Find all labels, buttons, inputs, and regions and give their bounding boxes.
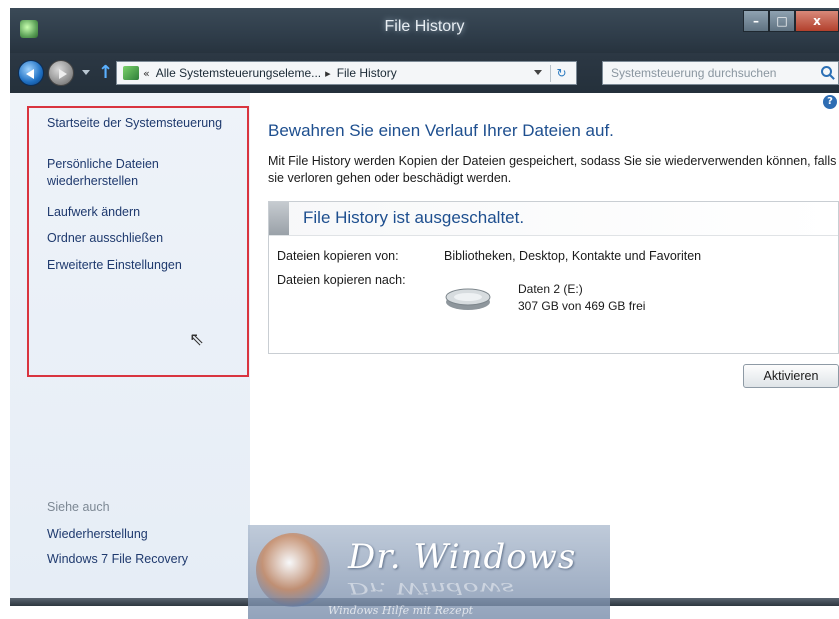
dr-windows-logo-icon xyxy=(256,533,330,607)
address-dropdown-icon[interactable] xyxy=(534,70,542,75)
status-title: File History ist ausgeschaltet. xyxy=(303,208,525,227)
control-panel-icon xyxy=(123,66,139,80)
breadcrumb-file-history[interactable]: File History xyxy=(337,66,397,80)
forward-arrow-icon[interactable] xyxy=(48,60,74,86)
watermark-brand-reflection: Dr. Windows xyxy=(348,579,515,597)
copy-to-label: Dateien kopieren nach: xyxy=(277,273,406,287)
breadcrumb-separator-icon[interactable]: ▸ xyxy=(325,67,331,80)
up-arrow-icon[interactable]: ↑ xyxy=(98,62,113,83)
sidebar-link-exclude-folders[interactable]: Ordner ausschließen xyxy=(47,230,163,247)
status-indicator xyxy=(269,202,289,235)
breadcrumb-overflow-icon[interactable]: « xyxy=(143,67,150,80)
mouse-pointer-icon: ⇖ xyxy=(189,329,205,350)
refresh-icon[interactable]: ↻ xyxy=(550,65,572,82)
page-description: Mit File History werden Kopien der Datei… xyxy=(268,154,837,185)
status-header: File History ist ausgeschaltet. xyxy=(269,202,838,236)
recent-locations-dropdown-icon[interactable] xyxy=(82,70,90,75)
address-bar[interactable]: « Alle Systemsteuerungseleme... ▸ File H… xyxy=(116,61,577,85)
sidebar-link-control-panel-home[interactable]: Startseite der Systemsteuerung xyxy=(47,115,222,132)
sidebar-link-recovery[interactable]: Wiederherstellung xyxy=(47,526,148,543)
watermark-brand: Dr. Windows xyxy=(348,537,577,577)
search-input[interactable]: Systemsteuerung durchsuchen xyxy=(611,66,776,80)
search-box[interactable]: Systemsteuerung durchsuchen xyxy=(602,61,839,85)
title-bar[interactable]: File History – □ x xyxy=(10,8,839,53)
navigation-bar: ↑ « Alle Systemsteuerungseleme... ▸ File… xyxy=(10,53,839,93)
sidebar-link-change-drive[interactable]: Laufwerk ändern xyxy=(47,204,140,221)
file-history-window: File History – □ x ↑ « Alle Systemsteuer… xyxy=(10,8,839,606)
activate-button[interactable]: Aktivieren xyxy=(743,364,839,388)
back-arrow-icon[interactable] xyxy=(18,60,44,86)
status-panel: File History ist ausgeschaltet. Dateien … xyxy=(268,201,839,354)
window-title: File History xyxy=(384,18,465,35)
main-content: ? Bewahren Sie einen Verlauf Ihrer Datei… xyxy=(250,93,839,598)
sidebar-link-restore-personal-files-line2[interactable]: wiederherstellen xyxy=(47,173,138,190)
dr-windows-watermark: Dr. Windows Dr. Windows Windows Hilfe mi… xyxy=(248,525,610,619)
copy-from-value: Bibliotheken, Desktop, Kontakte und Favo… xyxy=(444,249,702,263)
search-icon[interactable] xyxy=(821,66,832,77)
sidebar-link-advanced-settings[interactable]: Erweiterte Einstellungen xyxy=(47,257,182,274)
sidebar-link-restore-personal-files[interactable]: Persönliche Dateien xyxy=(47,156,159,173)
breadcrumb-control-panel-items[interactable]: Alle Systemsteuerungseleme... xyxy=(156,66,321,80)
see-also-heading: Siehe auch xyxy=(47,500,110,514)
help-icon[interactable]: ? xyxy=(823,95,837,109)
drive-icon xyxy=(445,288,491,310)
minimize-button[interactable]: – xyxy=(743,10,769,32)
maximize-button[interactable]: □ xyxy=(769,10,795,32)
close-button[interactable]: x xyxy=(795,10,839,32)
watermark-tagline: Windows Hilfe mit Rezept xyxy=(328,604,474,617)
sidebar-link-windows7-file-recovery[interactable]: Windows 7 File Recovery xyxy=(47,551,188,568)
copy-from-label: Dateien kopieren von: xyxy=(277,249,399,263)
drive-free-space: 307 GB von 469 GB frei xyxy=(518,299,646,313)
drive-name: Daten 2 (E:) xyxy=(518,282,583,296)
sidebar: Startseite der Systemsteuerung Persönlic… xyxy=(10,93,250,598)
page-title: Bewahren Sie einen Verlauf Ihrer Dateien… xyxy=(268,121,614,140)
